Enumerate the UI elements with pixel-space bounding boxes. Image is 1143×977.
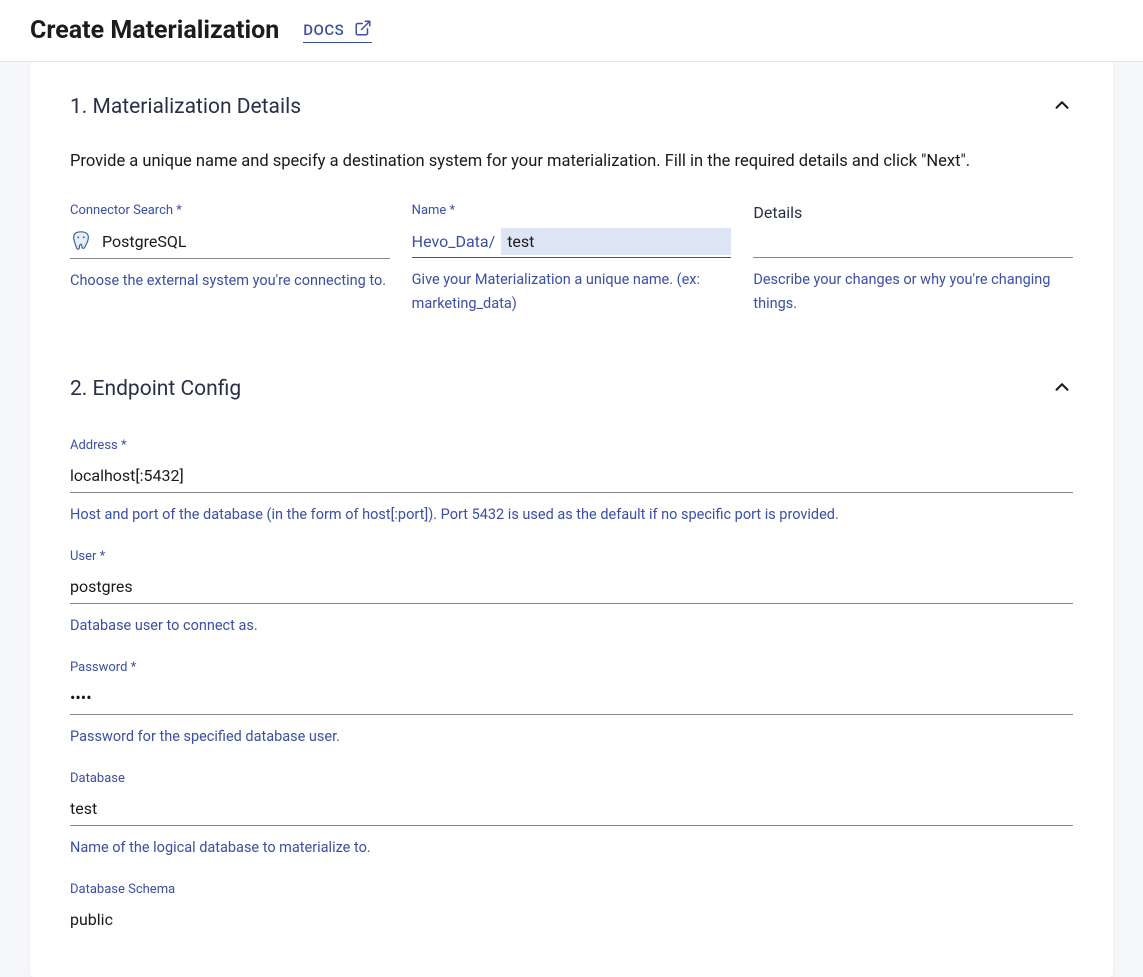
connector-help: Choose the external system you're connec…	[70, 269, 390, 293]
name-field: Name * Hevo_Data/ test Give your Materia…	[412, 203, 732, 316]
address-label: Address *	[70, 438, 1073, 453]
connector-field: Connector Search * Choose the external s…	[70, 203, 390, 316]
name-label: Name *	[412, 203, 732, 218]
user-field: User * Database user to connect as.	[70, 549, 1073, 638]
external-link-icon	[354, 19, 372, 41]
details-help: Describe your changes or why you're chan…	[753, 268, 1073, 316]
section-title-endpoint: 2. Endpoint Config	[70, 377, 241, 401]
user-input-wrapper[interactable]	[70, 572, 1073, 604]
schema-input[interactable]	[70, 910, 1073, 929]
collapse-toggle-details[interactable]	[1051, 94, 1073, 120]
name-input-wrapper[interactable]: Hevo_Data/ test	[412, 226, 732, 258]
database-input-wrapper[interactable]	[70, 794, 1073, 826]
collapse-toggle-endpoint[interactable]	[1051, 376, 1073, 402]
schema-input-wrapper[interactable]	[70, 905, 1073, 937]
database-label: Database	[70, 771, 1073, 786]
database-help: Name of the logical database to material…	[70, 836, 1073, 860]
docs-link-label: DOCS	[303, 21, 344, 39]
chevron-up-icon	[1051, 383, 1073, 402]
connector-input-wrapper[interactable]	[70, 226, 390, 259]
section-description: Provide a unique name and specify a dest…	[70, 152, 1073, 171]
postgresql-icon	[70, 230, 92, 252]
page-title: Create Materialization	[30, 16, 279, 45]
section-header-details: 1. Materialization Details	[70, 62, 1073, 128]
connector-label: Connector Search *	[70, 203, 390, 218]
name-help: Give your Materialization a unique name.…	[412, 268, 732, 316]
section-title-details: 1. Materialization Details	[70, 95, 301, 119]
details-label: Details	[753, 203, 1073, 222]
name-input[interactable]: test	[501, 228, 731, 255]
password-help: Password for the specified database user…	[70, 725, 1073, 749]
form-container: 1. Materialization Details Provide a uni…	[30, 62, 1113, 977]
password-input-wrapper[interactable]	[70, 683, 1073, 715]
page-header: Create Materialization DOCS	[0, 0, 1143, 62]
address-input[interactable]	[70, 466, 1073, 485]
section-header-endpoint: 2. Endpoint Config	[70, 316, 1073, 410]
endpoint-fields: Address * Host and port of the database …	[70, 438, 1073, 937]
address-help: Host and port of the database (in the fo…	[70, 503, 1073, 527]
details-field: Details Describe your changes or why you…	[753, 203, 1073, 316]
password-input[interactable]	[70, 688, 1073, 707]
password-label: Password *	[70, 660, 1073, 675]
details-field-row: Connector Search * Choose the external s…	[70, 203, 1073, 316]
chevron-up-icon	[1051, 101, 1073, 120]
connector-input[interactable]	[102, 232, 390, 251]
user-label: User *	[70, 549, 1073, 564]
user-help: Database user to connect as.	[70, 614, 1073, 638]
schema-label: Database Schema	[70, 882, 1073, 897]
address-field: Address * Host and port of the database …	[70, 438, 1073, 527]
database-input[interactable]	[70, 799, 1073, 818]
address-input-wrapper[interactable]	[70, 461, 1073, 493]
database-field: Database Name of the logical database to…	[70, 771, 1073, 860]
name-prefix: Hevo_Data/	[412, 232, 496, 251]
docs-link[interactable]: DOCS	[303, 19, 372, 43]
details-input-wrapper[interactable]	[753, 228, 1073, 258]
schema-field: Database Schema	[70, 882, 1073, 937]
user-input[interactable]	[70, 577, 1073, 596]
password-field: Password * Password for the specified da…	[70, 660, 1073, 749]
details-input[interactable]	[753, 232, 1073, 251]
